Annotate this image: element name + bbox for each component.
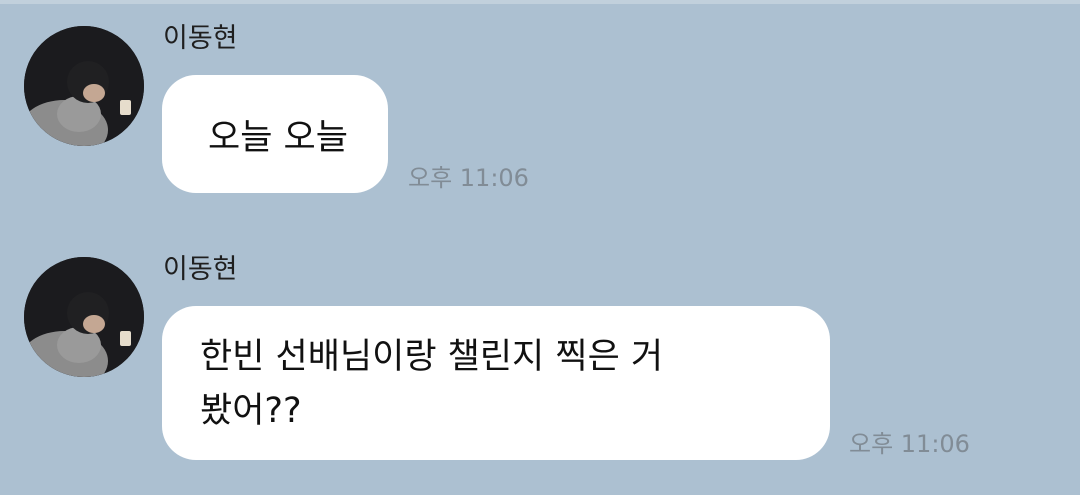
top-edge-strip bbox=[0, 0, 1080, 4]
sender-name: 이동현 bbox=[163, 23, 238, 54]
message-timestamp: 오후 11:06 bbox=[408, 164, 529, 192]
message-timestamp: 오후 11:06 bbox=[849, 430, 970, 458]
message-bubble[interactable]: 오늘 오늘 bbox=[162, 75, 388, 193]
profile-photo-icon[interactable] bbox=[24, 257, 144, 377]
sender-name: 이동현 bbox=[163, 254, 238, 285]
profile-photo-icon[interactable] bbox=[24, 26, 144, 146]
message-text: 한빈 선배님이랑 챌린지 찍은 거 봤어?? bbox=[200, 337, 664, 431]
message-text: 오늘 오늘 bbox=[208, 118, 348, 158]
message-bubble[interactable]: 한빈 선배님이랑 챌린지 찍은 거 봤어?? bbox=[162, 306, 830, 460]
